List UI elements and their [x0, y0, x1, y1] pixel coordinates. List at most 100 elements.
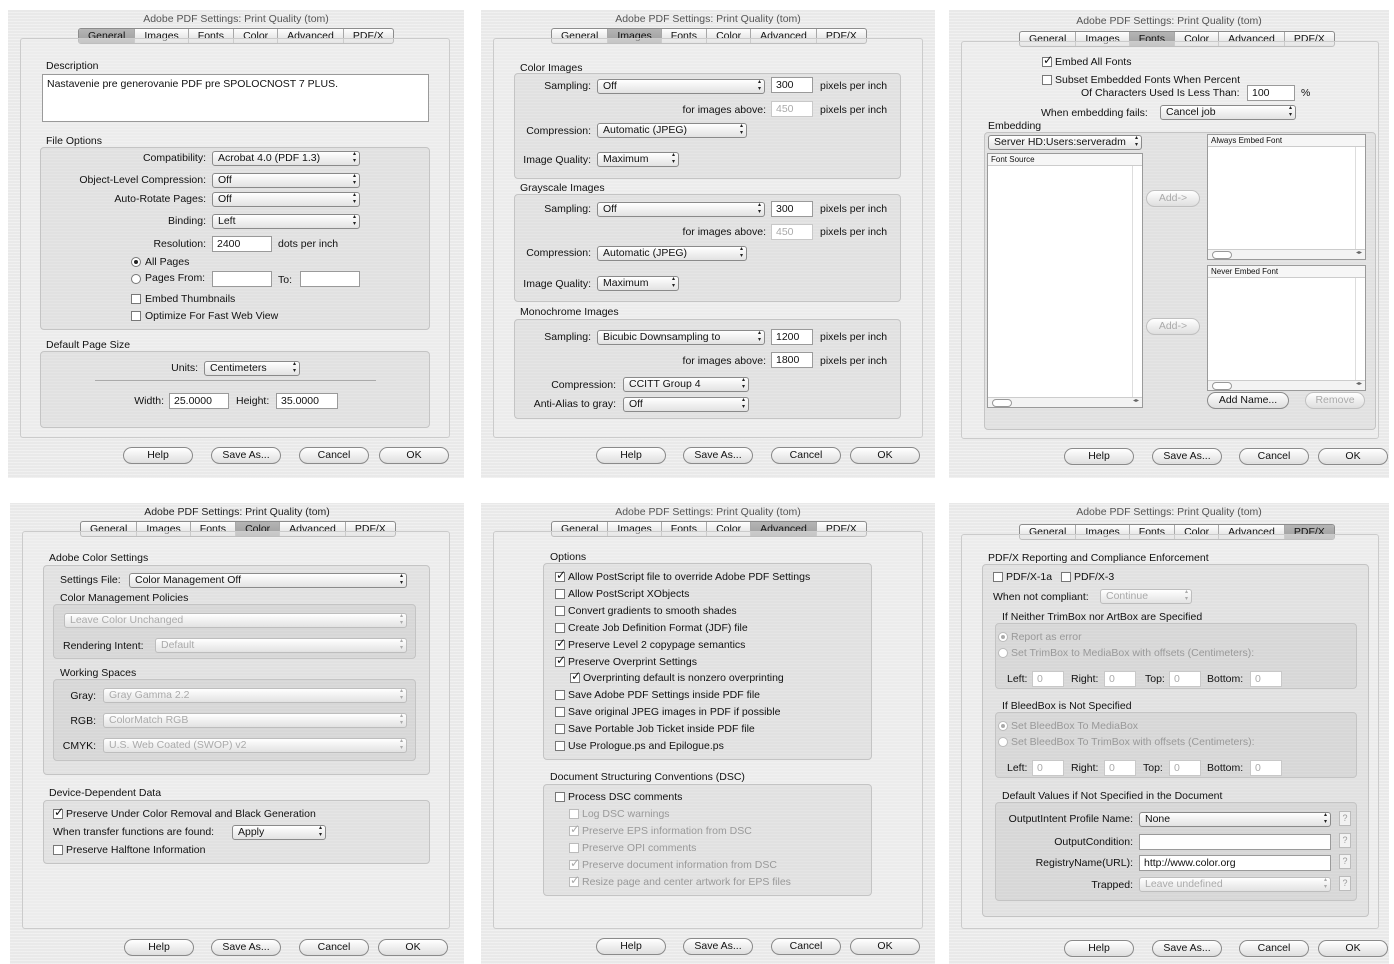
font-source-scrollbar[interactable] [988, 397, 1142, 407]
description-field[interactable]: Nastavenie pre generovanie PDF pre SPOLO… [42, 74, 429, 122]
color-quality-popup[interactable]: Maximum [597, 152, 679, 167]
ok-button[interactable]: OK [378, 939, 448, 956]
cmyk-space-popup[interactable]: U.S. Web Coated (SWOP) v2 [103, 738, 407, 753]
option-checkbox[interactable] [555, 568, 566, 582]
cancel-button[interactable]: Cancel [299, 939, 369, 956]
subset-checkbox[interactable] [1042, 75, 1052, 85]
save-as-button[interactable]: Save As... [683, 447, 753, 464]
rendering-intent-popup[interactable]: Default [155, 638, 407, 653]
dsc-checkbox[interactable] [569, 856, 580, 870]
embed-all-checkbox[interactable] [1042, 53, 1053, 67]
cancel-button[interactable]: Cancel [1239, 448, 1309, 465]
bleed-top-field[interactable]: 0 [1169, 760, 1201, 776]
set-trimbox-radio[interactable] [998, 648, 1008, 658]
cancel-button[interactable]: Cancel [299, 447, 369, 464]
save-as-button[interactable]: Save As... [1152, 448, 1222, 465]
cancel-button[interactable]: Cancel [1239, 940, 1309, 957]
option-checkbox[interactable] [555, 606, 565, 616]
color-sampling-popup[interactable]: Off [597, 79, 765, 94]
option-checkbox[interactable] [555, 653, 566, 667]
help-button[interactable]: Help [124, 939, 194, 956]
ok-button[interactable]: OK [1318, 448, 1388, 465]
dsc-checkbox[interactable] [569, 873, 580, 887]
transfer-popup[interactable]: Apply [232, 825, 326, 840]
bleed-mediabox-radio[interactable] [998, 721, 1008, 731]
color-above-field[interactable]: 450 [771, 101, 813, 117]
add-never-button[interactable]: Add-> [1146, 318, 1200, 335]
option-checkbox[interactable] [570, 669, 581, 683]
pdfx-3-checkbox[interactable] [1061, 572, 1071, 582]
width-field[interactable]: 25.0000 [169, 393, 229, 409]
save-as-button[interactable]: Save As... [211, 447, 281, 464]
never-embed-list[interactable]: Never Embed Font [1207, 265, 1366, 391]
save-as-button[interactable]: Save As... [211, 939, 281, 956]
trim-right-field[interactable]: 0 [1104, 671, 1136, 687]
ok-button[interactable]: OK [1318, 940, 1388, 957]
color-ppi-field[interactable]: 300 [771, 77, 813, 93]
font-source-list[interactable]: Font Source [987, 153, 1143, 408]
ok-button[interactable]: OK [850, 938, 920, 955]
resolution-field[interactable]: 2400 [212, 236, 272, 252]
trim-left-field[interactable]: 0 [1032, 671, 1064, 687]
pages-to-field[interactable] [300, 271, 360, 287]
option-checkbox[interactable] [555, 623, 565, 633]
bleed-right-field[interactable]: 0 [1104, 760, 1136, 776]
bleed-left-field[interactable]: 0 [1032, 760, 1064, 776]
dsc-checkbox[interactable] [569, 822, 580, 836]
font-source-popup[interactable]: Server HD:Users:serveradm [988, 135, 1142, 150]
option-checkbox[interactable] [555, 589, 565, 599]
bleed-trimbox-radio[interactable] [998, 737, 1008, 747]
option-checkbox[interactable] [555, 724, 565, 734]
auto-rotate-popup[interactable]: Off [212, 192, 360, 207]
save-as-button[interactable]: Save As... [1152, 940, 1222, 957]
gray-above-field[interactable]: 450 [771, 224, 813, 240]
cancel-button[interactable]: Cancel [771, 938, 841, 955]
registry-field[interactable]: http://www.color.org [1139, 855, 1331, 871]
binding-popup[interactable]: Left [212, 214, 360, 229]
registry-help-icon[interactable]: ? [1339, 854, 1351, 869]
output-intent-popup[interactable]: None [1139, 812, 1331, 827]
all-pages-radio[interactable] [131, 257, 141, 267]
mono-above-field[interactable]: 1800 [771, 352, 813, 368]
add-always-button[interactable]: Add-> [1146, 190, 1200, 207]
mono-ppi-field[interactable]: 1200 [771, 329, 813, 345]
output-intent-help-icon[interactable]: ? [1339, 811, 1351, 826]
dsc-checkbox[interactable] [555, 792, 565, 802]
units-popup[interactable]: Centimeters [204, 361, 300, 376]
bleed-bottom-field[interactable]: 0 [1250, 760, 1282, 776]
pages-from-radio[interactable] [131, 274, 141, 284]
mono-sampling-popup[interactable]: Bicubic Downsampling to [597, 330, 765, 345]
gray-sampling-popup[interactable]: Off [597, 202, 765, 217]
trim-bottom-field[interactable]: 0 [1250, 671, 1282, 687]
gray-space-popup[interactable]: Gray Gamma 2.2 [103, 688, 407, 703]
subset-percent-field[interactable]: 100 [1247, 85, 1295, 101]
cancel-button[interactable]: Cancel [771, 447, 841, 464]
optimize-web-checkbox[interactable] [131, 311, 141, 321]
option-checkbox[interactable] [555, 741, 565, 751]
dsc-checkbox[interactable] [569, 843, 579, 853]
help-button[interactable]: Help [1064, 940, 1134, 957]
gray-ppi-field[interactable]: 300 [771, 201, 813, 217]
embed-thumbnails-checkbox[interactable] [131, 294, 141, 304]
policy-popup[interactable]: Leave Color Unchanged [64, 613, 407, 628]
rgb-space-popup[interactable]: ColorMatch RGB [103, 713, 407, 728]
ok-button[interactable]: OK [379, 447, 449, 464]
ucr-checkbox[interactable] [53, 805, 64, 819]
height-field[interactable]: 35.0000 [276, 393, 338, 409]
output-condition-field[interactable] [1139, 834, 1331, 850]
help-button[interactable]: Help [596, 447, 666, 464]
option-checkbox[interactable] [555, 707, 565, 717]
help-button[interactable]: Help [123, 447, 193, 464]
halftone-checkbox[interactable] [53, 845, 63, 855]
add-name-button[interactable]: Add Name... [1207, 392, 1289, 409]
save-as-button[interactable]: Save As... [683, 938, 753, 955]
not-compliant-popup[interactable]: Continue [1100, 589, 1192, 604]
help-button[interactable]: Help [596, 938, 666, 955]
trapped-popup[interactable]: Leave undefined [1139, 877, 1331, 892]
option-checkbox[interactable] [555, 690, 565, 700]
always-embed-list[interactable]: Always Embed Font [1207, 134, 1366, 260]
ok-button[interactable]: OK [850, 447, 920, 464]
output-condition-help-icon[interactable]: ? [1339, 833, 1351, 848]
remove-button[interactable]: Remove [1305, 392, 1365, 409]
object-compression-popup[interactable]: Off [212, 173, 360, 188]
